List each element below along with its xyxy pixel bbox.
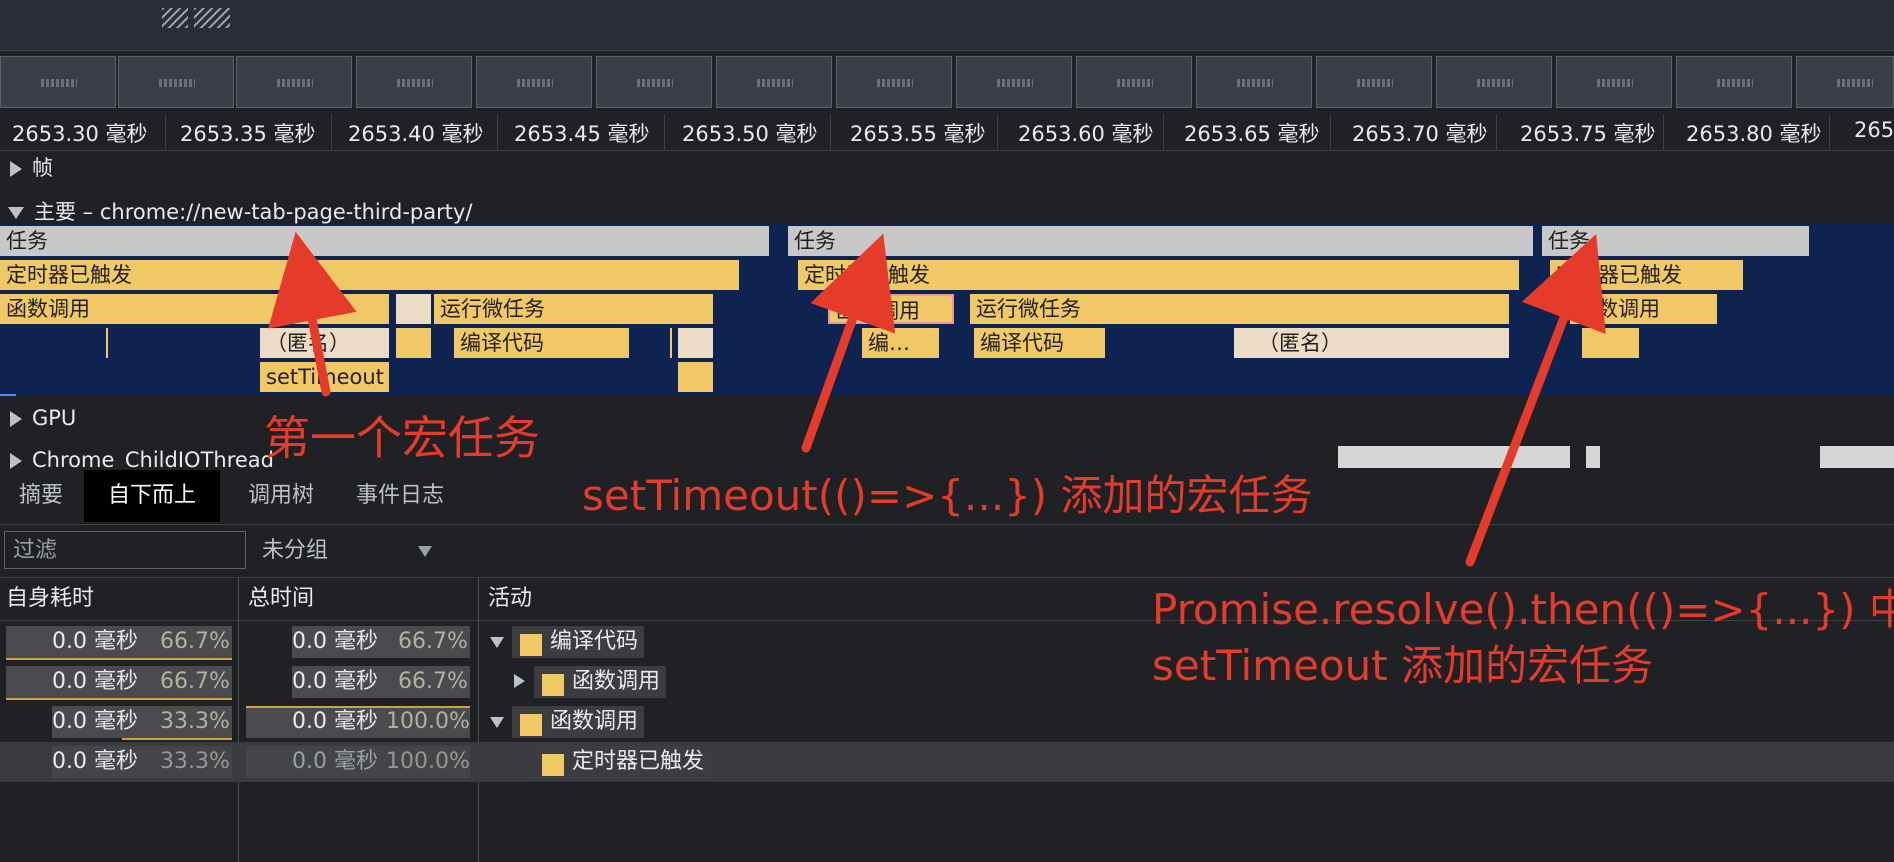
annotation-first-task: 第一个宏任务 — [264, 411, 540, 465]
annotation-promise-line1: Promise.resolve().then(()=>{...}) 中 — [1152, 585, 1894, 634]
arrow-second-task — [801, 233, 896, 453]
annotation-promise-line2: setTimeout 添加的宏任务 — [1152, 641, 1654, 690]
annotation-settimeout-task: setTimeout(()=>{...}) 添加的宏任务 — [582, 471, 1313, 520]
arrow-third-task — [1465, 233, 1606, 567]
arrow-first-task — [268, 231, 357, 397]
